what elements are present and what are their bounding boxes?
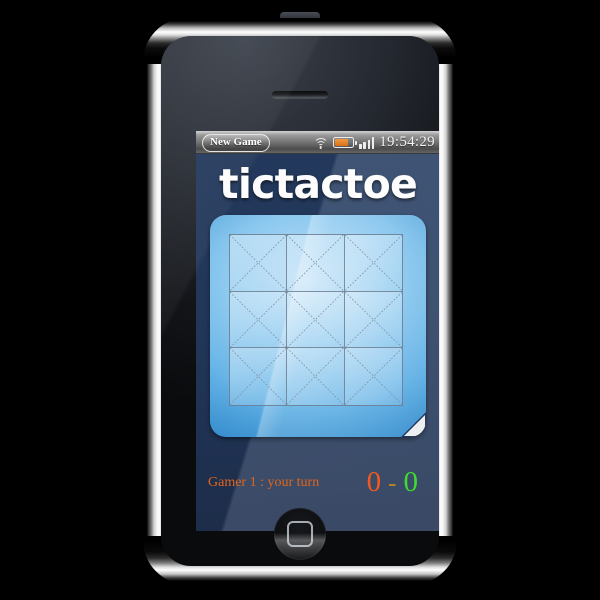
home-button-square-glyph — [287, 521, 313, 547]
board-cell[interactable] — [287, 291, 345, 349]
score-separator: - — [388, 470, 397, 497]
board-cell[interactable] — [230, 235, 288, 292]
score-player1: 0 — [366, 466, 382, 498]
status-bar-clock: 19:54:29 — [379, 134, 435, 150]
board-cell[interactable] — [344, 291, 402, 349]
tictactoe-board[interactable] — [229, 234, 403, 406]
status-bar-indicators: 19:54:29 — [313, 134, 439, 151]
wifi-icon — [313, 137, 329, 149]
board-cell[interactable] — [344, 235, 402, 292]
new-game-button[interactable]: New Game — [202, 133, 270, 152]
board-cell[interactable] — [344, 348, 402, 405]
page-curl-icon[interactable] — [401, 412, 426, 437]
score-display: 0 - 0 — [367, 467, 428, 499]
battery-icon — [333, 137, 357, 148]
home-button-icon[interactable] — [274, 508, 326, 560]
earpiece-speaker-icon — [272, 91, 328, 98]
turn-status-text: Gamer 1 : your turn — [208, 475, 320, 490]
score-player2: 0 — [403, 466, 419, 498]
screenshot-canvas: New Game 19:54:29 tictactoe Gamer 1: yo… — [0, 0, 600, 600]
board-cell[interactable] — [230, 291, 288, 349]
signal-bars-icon — [359, 137, 375, 149]
board-cell[interactable] — [287, 235, 345, 292]
game-panel — [210, 215, 426, 437]
page-title: tictactoe — [219, 160, 418, 208]
phone-device: New Game 19:54:29 tictactoe Gamer 1: yo… — [143, 12, 457, 584]
game-footer: Gamer 1 : your turn 0 - 0 — [196, 467, 439, 499]
board-cell[interactable] — [287, 348, 345, 405]
phone-front-face: New Game 19:54:29 tictactoe Gamer 1: yo… — [161, 36, 439, 566]
game-panel-wrapper — [210, 215, 426, 437]
phone-screen: New Game 19:54:29 tictactoe Gamer 1: yo… — [196, 131, 439, 531]
status-bar: New Game 19:54:29 — [196, 131, 439, 154]
board-cell[interactable] — [230, 348, 288, 405]
